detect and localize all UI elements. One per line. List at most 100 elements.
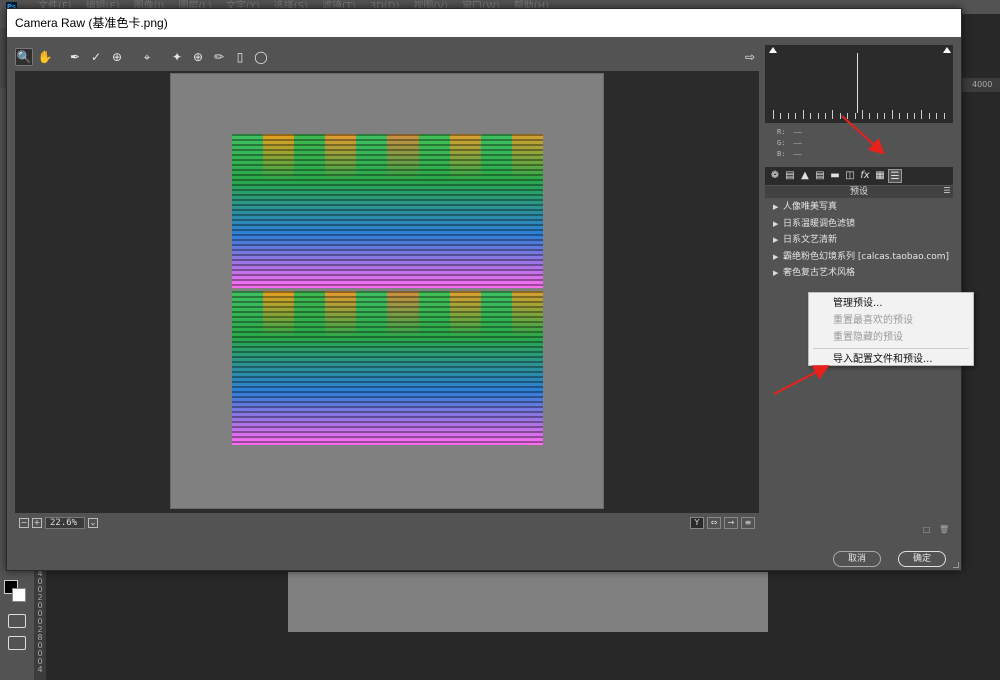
preset-group-label: 人像唯美写真 [783,202,838,212]
preset-group-item[interactable]: ▶ 人像唯美写真 [765,199,953,216]
detail-tab-icon[interactable]: ▲ [798,169,812,183]
dialog-title: Camera Raw (基准色卡.png) [7,9,961,37]
r-label: R: [777,128,786,136]
preset-group-label: 日系文艺清新 [783,235,838,245]
histogram-tick [891,110,893,119]
ok-button[interactable]: 确定 [898,551,946,567]
chart-gradient-block [294,134,326,288]
presets-panel-header: 预设 ☰ [765,186,953,198]
vertical-ruler: 4002000280004 [34,560,46,680]
preset-group-label: 奢色复古艺术风格 [783,268,856,278]
calibration-tab-icon[interactable]: ▦ [873,169,887,183]
zoom-out-button[interactable]: − [19,518,29,528]
spot-removal-tool-icon[interactable]: ✦ [168,48,186,66]
chart-gradient-block [418,291,450,445]
b-value: —— [793,150,802,158]
preset-group-label: 日系温暖调色滤镜 [783,218,856,229]
histogram-tick [914,113,916,119]
quick-mask-icon[interactable] [8,614,26,628]
histogram-tick [862,110,864,119]
preset-group-item[interactable]: ▶ 奢色复古艺术风格 [765,265,953,282]
split-toning-tab-icon[interactable]: ▬ [828,169,842,183]
basic-tab-icon[interactable]: ❁ [768,169,782,183]
targeted-adjustment-tool-icon[interactable]: ⊕ [108,48,126,66]
cancel-button[interactable]: 取消 [833,551,881,567]
white-balance-tool-icon[interactable]: ✒ [66,48,84,66]
histogram-tick [869,113,871,119]
chart-gradient-block [356,134,388,288]
chevron-right-icon: ▶ [773,269,779,277]
graduated-filter-icon[interactable]: ▯ [231,48,249,66]
histogram-tick [839,113,841,119]
effects-tab-icon[interactable]: fx [858,169,872,183]
context-menu-item: 重置隐藏的预设 [833,332,903,343]
adjustment-brush-icon[interactable]: ✏ [210,48,228,66]
presets-context-menu: 管理预设... 重置最喜欢的预设 重置隐藏的预设导入配置文件和预设... [808,292,974,366]
chart-gradient-block [263,291,295,445]
preset-group-item[interactable]: ▶ 日系文艺清新 [765,232,953,249]
zoom-level-field[interactable]: 22.6% [45,517,85,529]
chart-gradient-block [325,134,357,288]
swap-settings-icon[interactable]: ⇔ [707,517,721,529]
context-menu-item[interactable]: 导入配置文件和预设... [809,351,973,368]
radial-filter-icon[interactable]: ◯ [252,48,270,66]
histogram-tick [795,113,797,119]
copy-settings-icon[interactable]: → [724,517,738,529]
toggle-default-icon[interactable]: ≡ [741,517,755,529]
highlight-clipping-warning-icon[interactable] [943,47,951,53]
lens-corrections-tab-icon[interactable]: ◫ [843,169,857,183]
chevron-right-icon: ▶ [773,252,779,261]
context-menu-item[interactable]: 管理预设... [809,295,973,312]
tone-curve-tab-icon[interactable]: ▤ [783,169,797,183]
crop-tool-icon[interactable]: ⌖ [138,48,156,66]
before-after-toggle-button[interactable]: Y [690,517,704,529]
preset-group-item[interactable]: ▶ 霸绝粉色幻境系列 [calcas.taobao.com] [765,249,953,266]
histogram [765,45,953,123]
export-icon[interactable]: ⇨ [741,48,759,66]
histogram-tick [884,113,886,119]
zoom-in-button[interactable]: + [32,518,42,528]
rgb-readout: R: —— G: —— B: —— [777,127,802,160]
context-menu-item: 重置最喜欢的预设 [833,315,913,326]
chart-gradient-block [449,134,481,288]
chart-gradient-block [263,134,295,288]
delete-preset-icon[interactable]: 🗑 [939,525,949,534]
right-panel: R: —— G: —— B: —— ❁ ▤ ▲ ▤ ▬ ◫ fx ▦ ☰ 预设 ☰ ▶… [763,41,955,534]
zoom-dropdown-chevron-down-icon[interactable]: ⌄ [88,518,98,528]
chart-gradient-block [387,291,419,445]
preview-status-bar: − + 22.6% ⌄ Y ⇔ → ≡ [15,515,759,531]
histogram-tick [847,113,849,119]
preview-document [170,73,604,509]
camera-raw-dialog: Camera Raw (基准色卡.png) 🔍 ✋ ✒ ✓ ⊕ ⌖ ✦ ⊕ ✏ … [6,8,962,571]
image-preview-area[interactable] [15,71,759,513]
chevron-right-icon: ▶ [773,203,779,211]
hsl-tab-icon[interactable]: ▤ [813,169,827,183]
chart-gradient-block [294,291,326,445]
color-sampler-tool-icon[interactable]: ✓ [87,48,105,66]
photoshop-document-canvas [288,572,768,632]
shadow-clipping-warning-icon[interactable] [769,47,777,53]
panel-menu-icon[interactable]: ☰ [943,187,951,195]
horizontal-ruler: 4000 [962,78,1000,92]
color-chart-image [232,134,543,445]
screen-mode-icon[interactable] [8,636,26,650]
histogram-tick [780,113,782,119]
zoom-tool-icon[interactable]: 🔍 [15,48,33,66]
histogram-tick [787,113,789,119]
new-preset-icon[interactable]: □ [923,525,932,534]
adjustment-panel-tabs: ❁ ▤ ▲ ▤ ▬ ◫ fx ▦ ☰ [765,167,953,185]
histogram-tick [802,110,804,119]
hand-tool-icon[interactable]: ✋ [36,48,54,66]
red-eye-tool-icon[interactable]: ⊕ [189,48,207,66]
preset-group-label: 霸绝粉色幻境系列 [calcas.taobao.com] [783,251,950,262]
g-value: —— [793,139,802,147]
chart-gradient-block [387,134,419,288]
resize-grip-icon[interactable] [953,562,959,568]
histogram-tick [824,113,826,119]
background-color-swatch[interactable] [12,588,26,602]
histogram-tick [899,113,901,119]
preset-group-item[interactable]: ▶ 日系温暖调色滤镜 [765,216,953,233]
chart-row [232,134,543,288]
presets-tab-icon[interactable]: ☰ [888,169,902,183]
chevron-right-icon: ▶ [773,236,779,244]
